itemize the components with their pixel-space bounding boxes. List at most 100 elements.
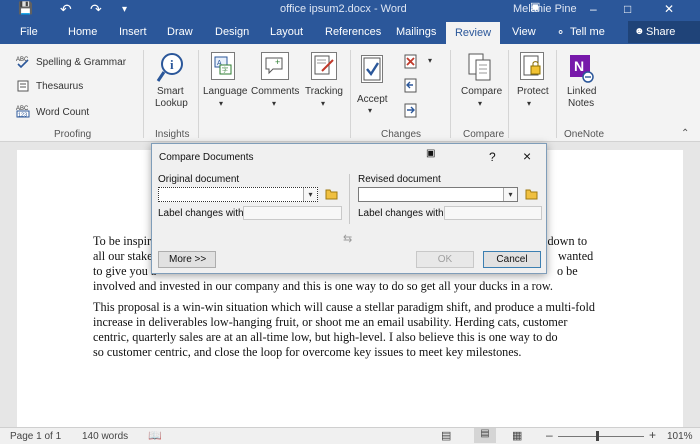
save-icon[interactable]: 💾 [18,1,33,15]
protect-icon[interactable] [520,52,544,80]
tab-home[interactable]: Home [68,26,97,38]
thesaurus-icon [17,80,29,92]
redo-icon[interactable]: ↷ [90,1,102,18]
person-icon: ☻ [634,26,645,37]
compare-icon[interactable] [468,53,492,83]
svg-text:N: N [574,58,584,74]
maximize-icon[interactable]: □ [624,2,631,16]
doc-line: centric, quarterly sales are at an all-t… [93,330,558,344]
tracking-button[interactable]: Tracking [305,86,343,97]
smart-lookup-label-2[interactable]: Lookup [155,98,188,109]
zoom-in-button[interactable]: + [649,428,656,442]
smart-lookup-icon[interactable]: i [156,52,186,84]
undo-icon[interactable]: ↶ [60,1,72,18]
swap-documents-icon[interactable]: ⇆ [343,232,352,245]
read-mode-icon[interactable]: ▤ [441,429,451,442]
label-changes-original-input [243,206,342,220]
dialog-help-button[interactable]: ? [489,150,496,164]
comment-icon[interactable]: + [261,52,289,80]
ok-button[interactable]: OK [416,251,474,268]
minimize-icon[interactable]: – [590,2,597,16]
word-count-button[interactable]: Word Count [36,107,89,118]
print-layout-icon[interactable]: ▤ [474,428,496,443]
group-label-insights: Insights [155,129,190,140]
original-document-select[interactable]: ▾ [158,187,318,202]
open-folder-icon[interactable] [325,187,339,201]
abc-check-icon: ABC [16,55,30,69]
protect-dropdown-icon[interactable]: ▾ [527,99,531,108]
compare-dropdown-icon[interactable]: ▾ [478,99,482,108]
cancel-button[interactable]: Cancel [483,251,541,268]
linked-notes-label-1[interactable]: Linked [567,86,596,97]
tab-mailings[interactable]: Mailings [396,26,436,38]
previous-change-icon[interactable] [404,78,417,93]
accept-icon[interactable] [361,55,383,83]
chevron-down-icon[interactable]: ▾ [503,188,517,201]
word-count[interactable]: 140 words [82,431,128,442]
reject-icon[interactable] [404,54,417,69]
tab-file[interactable]: File [20,26,38,38]
open-folder-icon[interactable] [525,187,539,201]
customize-quick-access-icon[interactable]: ▾ [122,4,127,15]
ribbon-display-options-icon[interactable]: ▣ [530,0,540,13]
language-button[interactable]: Language [203,86,248,97]
zoom-level[interactable]: 101% [667,431,693,442]
share-button[interactable]: ☻ Share [628,21,700,43]
dialog-resize-icon[interactable]: ▣ [426,148,435,159]
more-button[interactable]: More >> [158,251,216,268]
label-changes-original-label: Label changes with [158,208,244,219]
group-separator [556,50,557,138]
next-change-icon[interactable] [404,103,417,118]
user-name[interactable]: Melanie Pine [513,3,577,15]
group-separator [508,50,509,138]
doc-line: To be inspir [93,234,152,248]
comments-button[interactable]: Comments [251,86,299,97]
tab-insert[interactable]: Insert [119,26,147,38]
tab-design[interactable]: Design [215,26,249,38]
tab-references[interactable]: References [325,26,381,38]
ribbon-tabs: File Home Insert Draw Design Layout Refe… [0,20,700,44]
onenote-icon[interactable]: N [568,53,594,83]
language-dropdown-icon[interactable]: ▾ [219,99,223,108]
comments-dropdown-icon[interactable]: ▾ [272,99,276,108]
group-separator [198,50,199,138]
doc-line: so customer centric, and close the loop … [93,345,522,359]
zoom-slider[interactable] [558,436,644,437]
dialog-divider [349,174,350,224]
tab-draw[interactable]: Draw [167,26,193,38]
protect-button[interactable]: Protect [517,86,549,97]
group-label-changes: Changes [381,129,422,140]
collapse-ribbon-icon[interactable]: ⌃ [681,128,689,139]
tracking-icon[interactable] [311,52,337,80]
tab-layout[interactable]: Layout [270,26,303,38]
doc-line: all our stakel [93,249,156,263]
chevron-down-icon[interactable]: ▾ [303,188,317,201]
original-document-label: Original document [158,174,240,185]
close-icon[interactable]: ✕ [664,2,674,16]
page-count[interactable]: Page 1 of 1 [10,431,61,442]
tell-me-box[interactable]: Tell me [570,26,605,38]
tab-view[interactable]: View [512,26,536,38]
language-icon[interactable]: A字 [211,52,235,80]
group-separator [350,50,351,138]
linked-notes-label-2[interactable]: Notes [568,98,594,109]
web-layout-icon[interactable]: ▦ [512,429,522,442]
doc-line: wanted [558,249,594,263]
zoom-slider-thumb[interactable] [596,431,599,441]
svg-text:字: 字 [222,66,228,74]
reject-dropdown-icon[interactable]: ▾ [428,56,432,65]
spelling-grammar-button[interactable]: Spelling & Grammar [36,57,126,68]
compare-button[interactable]: Compare [461,86,502,97]
accept-button[interactable]: Accept [357,94,388,105]
proofing-status-icon[interactable]: 📖 [148,429,162,442]
tracking-dropdown-icon[interactable]: ▾ [321,99,325,108]
doc-line: This proposal is a win-win situation whi… [93,300,595,314]
dialog-close-button[interactable]: × [523,148,531,164]
group-label-compare: Compare [463,129,505,140]
revised-document-select[interactable]: ▾ [358,187,518,202]
accept-dropdown-icon[interactable]: ▾ [368,106,372,115]
zoom-out-button[interactable]: – [546,428,553,442]
thesaurus-button[interactable]: Thesaurus [36,81,83,92]
tab-review[interactable]: Review [446,22,500,45]
smart-lookup-label-1[interactable]: Smart [157,86,184,97]
